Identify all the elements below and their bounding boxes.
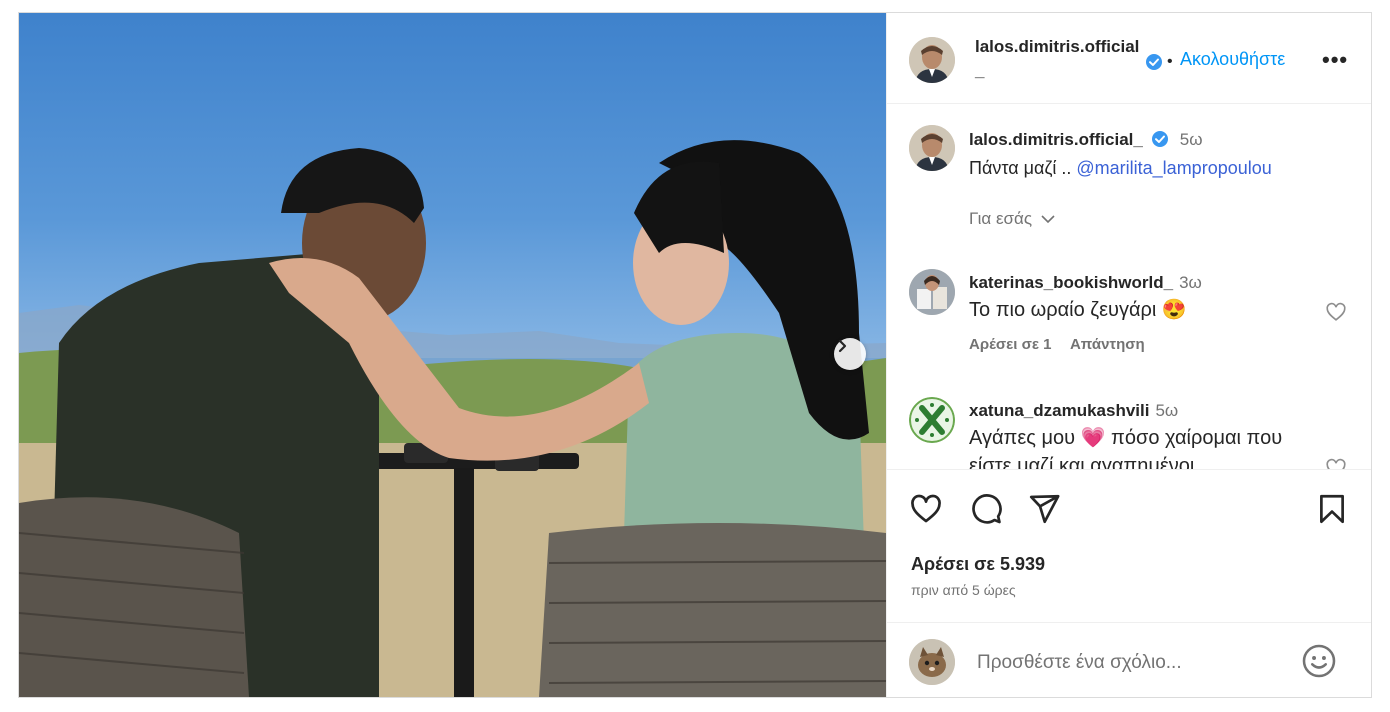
comment-row: katerinas_bookishworld_ 3ω Το πιο ωραίο ζ… [887,253,1371,363]
post-dialog: lalos.dimitris.official_ • Ακολουθήστε •… [18,12,1372,698]
send-icon[interactable] [1027,492,1061,526]
author-avatar[interactable] [909,37,955,83]
follow-button[interactable]: Ακολουθήστε [1180,49,1285,70]
bookmark-icon[interactable] [1315,492,1349,526]
commenter-avatar[interactable] [909,269,955,315]
verified-badge-icon [1145,53,1163,71]
likes-count[interactable]: Αρέσει σε 5.939 [911,554,1045,575]
smiley-icon[interactable] [1301,643,1337,679]
post-side-panel: lalos.dimitris.official_ • Ακολουθήστε •… [886,13,1371,697]
verified-badge-icon [1151,130,1169,148]
comment-username[interactable]: xatuna_dzamukashvili [969,401,1149,420]
comment-text: Το πιο ωραίο ζευγάρι 😍 [969,299,1187,321]
photo-scene [19,140,886,697]
comment-time: 5ω [1155,401,1179,420]
heart-icon[interactable] [1325,457,1347,469]
heart-icon[interactable] [1325,301,1347,323]
post-photo [19,13,886,697]
caption-time: 5ω [1179,130,1203,149]
post-actions: Αρέσει σε 5.939 πριν από 5 ώρες [887,469,1371,697]
translation-toggle[interactable]: Για εσάς [969,209,1055,229]
comment-input[interactable] [975,647,1279,679]
author-avatar-image [909,37,955,83]
caption-avatar-image [909,125,955,171]
chevron-down-icon [1041,215,1055,224]
caption-text: Πάντα μαζί .. [969,158,1077,178]
translation-label: Για εσάς [969,209,1033,228]
heart-icon[interactable] [909,492,943,526]
caption-row: lalos.dimitris.official_ 5ω Πάντα μαζί .… [887,103,1371,233]
commenter-avatar-image [909,269,955,315]
reply-button[interactable]: Απάντηση [1070,336,1145,353]
separator-dot: • [1167,53,1173,70]
next-photo-button[interactable] [834,338,866,370]
comment-likes[interactable]: Αρέσει σε 1 [969,336,1052,353]
author-username[interactable]: lalos.dimitris.official_ [975,35,1145,83]
add-comment-bar [887,622,1371,697]
caption-author-avatar[interactable] [909,125,955,171]
comment-icon[interactable] [969,492,1003,526]
more-options-button[interactable]: ••• [1322,47,1348,73]
caption-mention-link[interactable]: @marilita_lampropoulou [1076,158,1271,178]
chevron-right-icon [838,339,847,353]
caption-username[interactable]: lalos.dimitris.official_ [969,130,1143,149]
comments-list: lalos.dimitris.official_ 5ω Πάντα μαζί .… [887,103,1371,469]
viewer-avatar [909,639,955,685]
viewer-avatar-image [909,639,955,685]
comment-row: xatuna_dzamukashvili 5ω Αγάπες μου 💗 πόσο… [887,381,1371,469]
post-time: πριν από 5 ώρες [911,582,1016,598]
post-header: lalos.dimitris.official_ • Ακολουθήστε •… [887,13,1371,104]
commenter-avatar[interactable] [909,397,955,443]
comment-text: Αγάπες μου 💗 πόσο χαίρομαι που είστε μαζ… [969,427,1283,469]
commenter-avatar-image [909,397,955,443]
comment-username[interactable]: katerinas_bookishworld_ [969,273,1173,292]
comment-time: 3ω [1179,273,1202,292]
